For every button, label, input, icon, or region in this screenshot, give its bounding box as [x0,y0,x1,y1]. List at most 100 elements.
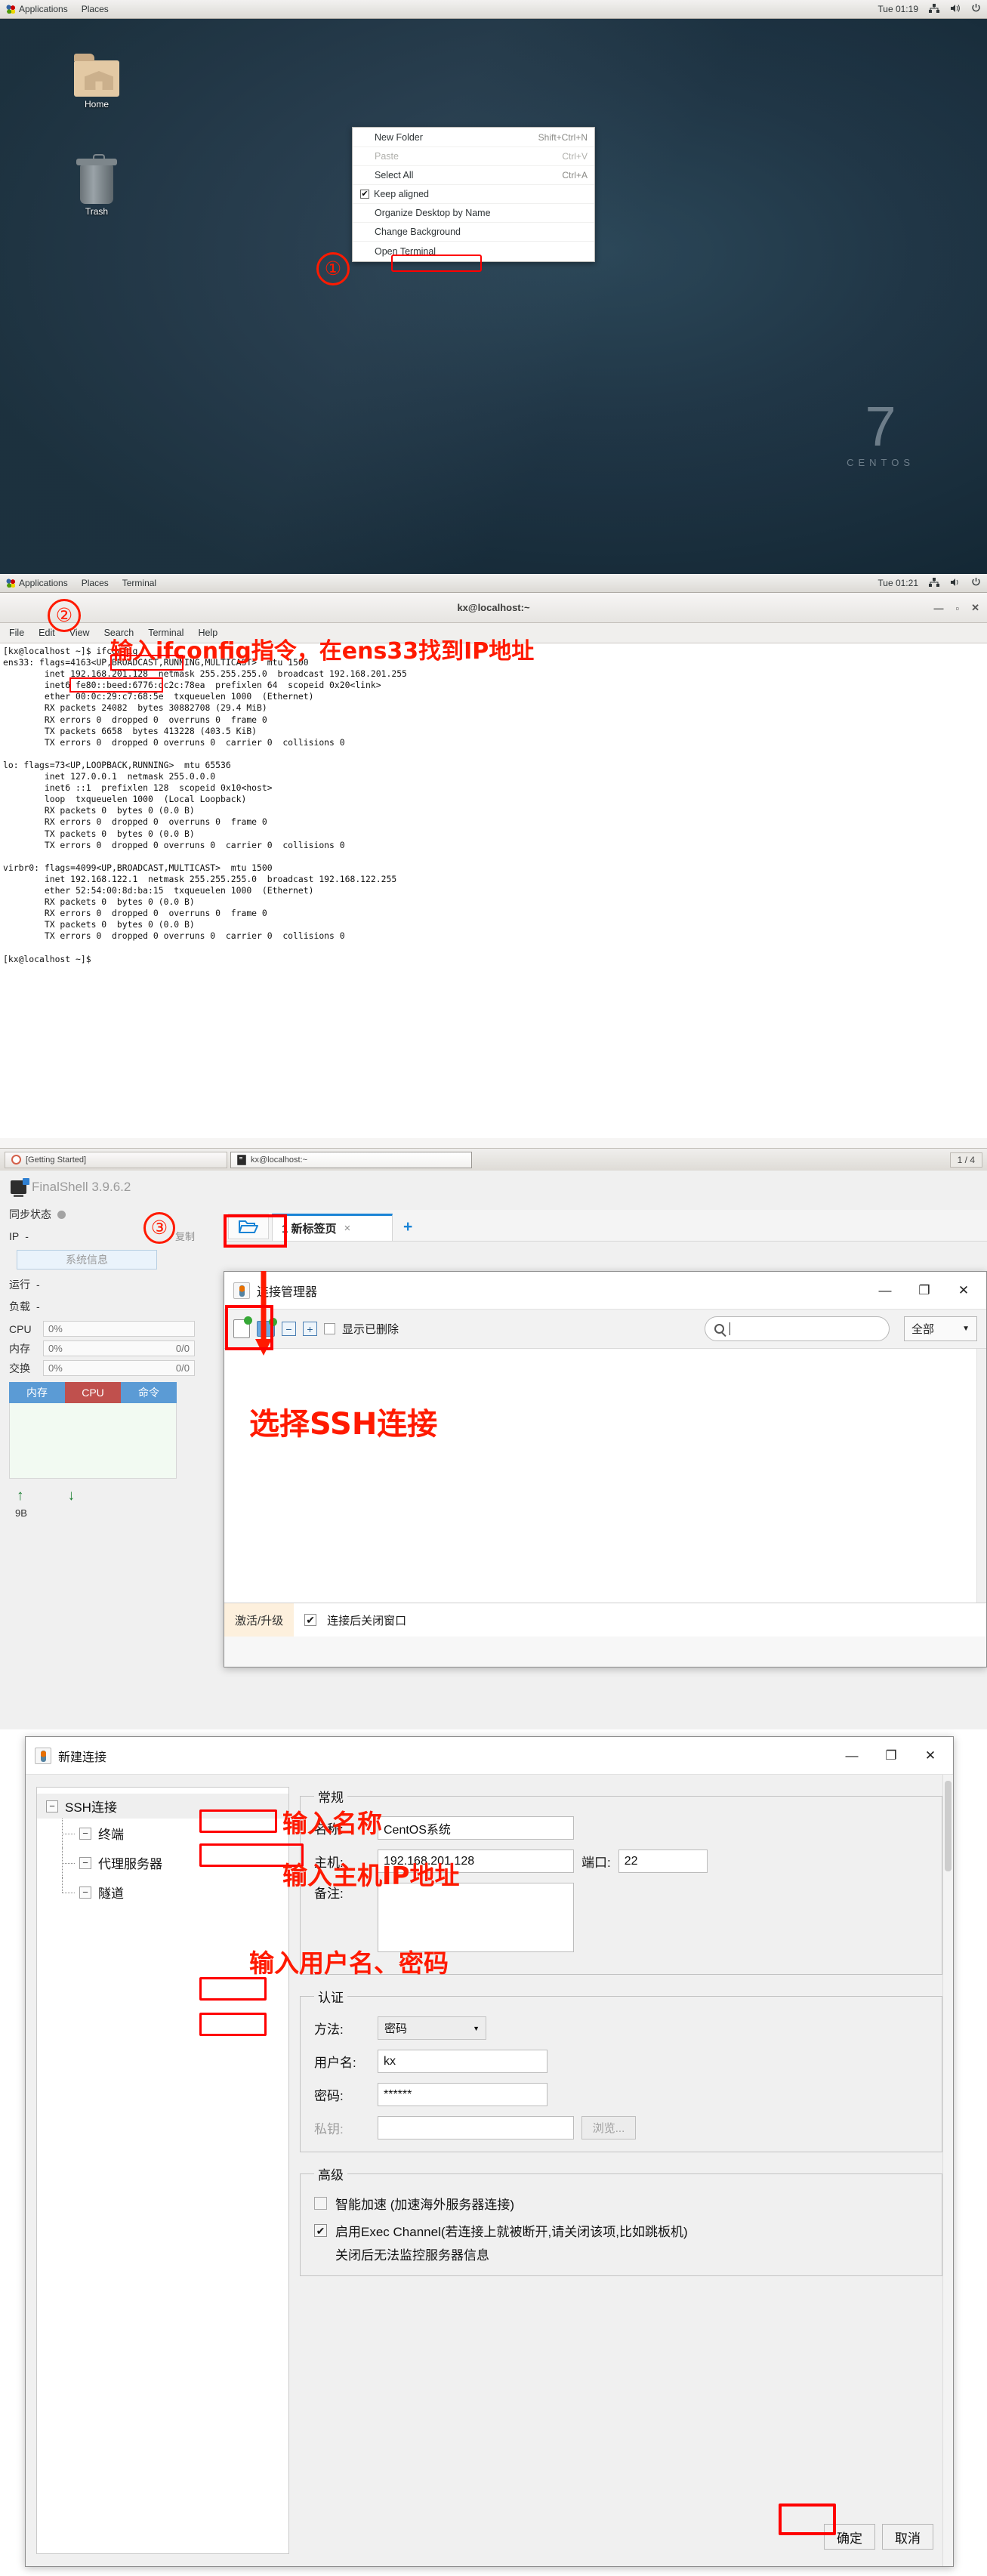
name-input[interactable]: CentOS系统 [378,1816,574,1840]
chevron-down-icon: ▼ [962,1325,970,1333]
host-input[interactable]: 192.168.201.128 [378,1849,574,1873]
volume-icon[interactable] [950,578,961,589]
taskbar-item-terminal[interactable]: kx@localhost:~ [230,1151,472,1168]
places-label: Places [81,578,109,588]
close-after-connect-checkbox[interactable]: ✔ [304,1614,317,1626]
tree-collapse-icon[interactable]: − [79,1827,91,1840]
port-input[interactable]: 22 [618,1849,708,1873]
exec-channel-checkbox[interactable]: ✔ [314,2224,327,2237]
tree-item-ssh[interactable]: − SSH连接 [37,1794,288,1819]
maximize-icon[interactable]: ▫ [955,603,959,614]
clock: Tue 01:19 [878,4,918,14]
privatekey-input[interactable] [378,2116,574,2139]
menu-item-shortcut: Ctrl+V [562,151,588,162]
tree-item-terminal[interactable]: − 终端 [37,1819,288,1848]
gnome-top-bar: Applications Places Tue 01:19 [0,0,987,19]
collapse-all-icon[interactable]: − [282,1322,296,1336]
java-app-icon [233,1282,250,1299]
tab-cpu[interactable]: CPU [65,1382,121,1403]
note-row: 备注: [314,1883,928,1952]
username-input[interactable]: kx [378,2050,547,2073]
close-button[interactable]: ✕ [944,1276,983,1306]
trash-icon [76,154,117,204]
taskbar-item-getting-started[interactable]: [Getting Started] [5,1151,227,1168]
terminal-menu[interactable]: Terminal [122,578,156,588]
power-icon[interactable] [971,3,981,15]
workspace-indicator[interactable]: 1 / 4 [949,1152,982,1168]
terminal-output[interactable]: [kx@localhost ~]$ ifconfig ens33: flags=… [0,643,987,1138]
minimize-icon[interactable]: — [933,603,943,614]
places-menu[interactable]: Places [82,578,109,588]
menu-item-open-terminal[interactable]: Open Terminal [353,242,594,261]
menu-file[interactable]: File [9,628,24,638]
method-dropdown[interactable]: 密码 ▼ [378,2016,486,2040]
tree-collapse-icon[interactable]: − [79,1856,91,1869]
system-info-button[interactable]: 系统信息 [17,1250,157,1269]
minimize-button[interactable]: — [865,1276,905,1306]
menu-item-organize-desktop[interactable]: Organize Desktop by Name [353,204,594,223]
maximize-button[interactable]: ❐ [905,1276,944,1306]
applications-menu[interactable]: Applications [6,4,68,14]
connection-list[interactable] [224,1349,986,1603]
browse-button[interactable]: 浏览... [581,2116,636,2139]
menu-item-label: Change Background [375,227,461,237]
expand-all-icon[interactable]: + [303,1322,317,1336]
tab-command[interactable]: 命令 [121,1382,177,1403]
new-connection-icon[interactable] [233,1316,252,1338]
new-folder-icon[interactable] [257,1318,277,1337]
power-icon[interactable] [971,577,981,589]
meter-detail: 0/0 [175,1362,190,1374]
activate-upgrade-button[interactable]: 激活/升级 [224,1603,295,1637]
note-input[interactable] [378,1883,574,1952]
connection-type-tree[interactable]: − SSH连接 − 终端 − 代理服务器 − 隧道 [36,1787,289,2554]
tree-collapse-icon[interactable]: − [46,1800,58,1812]
menu-terminal[interactable]: Terminal [148,628,184,638]
applications-menu[interactable]: Applications [6,578,68,588]
smart-accel-row[interactable]: 智能加速 (加速海外服务器连接) [314,2194,928,2213]
desktop-icon-trash[interactable]: Trash [60,154,133,217]
minimize-button[interactable]: — [832,1741,871,1771]
tree-item-tunnel[interactable]: − 隧道 [37,1877,288,1907]
volume-icon[interactable] [950,4,961,15]
menu-search[interactable]: Search [104,628,134,638]
copy-button[interactable]: 复制 [175,1229,195,1243]
ok-button[interactable]: 确定 [824,2524,875,2550]
close-icon[interactable]: ✕ [971,602,979,614]
menu-item-keep-aligned[interactable]: ✔ Keep aligned [353,185,594,204]
step-badge-1: ① [316,252,350,285]
new-tab-button[interactable]: + [393,1218,423,1241]
menu-help[interactable]: Help [198,628,217,638]
menu-edit[interactable]: Edit [39,628,55,638]
close-icon[interactable]: × [344,1222,351,1235]
meter-label: 交换 [9,1362,30,1374]
cancel-button[interactable]: 取消 [882,2524,933,2550]
tree-item-proxy[interactable]: − 代理服务器 [37,1848,288,1877]
network-icon[interactable] [929,577,939,589]
tab-new-page[interactable]: 1 新标签页 × [272,1214,393,1241]
menu-item-new-folder[interactable]: New Folder Shift+Ctrl+N [353,128,594,147]
smart-accel-checkbox[interactable] [314,2197,327,2210]
exec-channel-row[interactable]: ✔ 启用Exec Channel(若连接上就被断开,请关闭该项,比如跳板机) [314,2221,928,2240]
close-button[interactable]: ✕ [911,1741,950,1771]
network-icon[interactable] [929,3,939,15]
open-folder-button[interactable] [228,1214,269,1239]
vertical-scrollbar[interactable] [976,1349,986,1603]
dialog-scrollbar[interactable] [942,1775,953,2566]
search-input[interactable] [705,1316,890,1341]
menu-item-paste[interactable]: Paste Ctrl+V [353,147,594,166]
process-list[interactable] [9,1403,177,1479]
menu-item-change-background[interactable]: Change Background [353,223,594,242]
gnome-desktop-panel: Applications Places Tue 01:19 7 CENTOS H… [0,0,987,574]
tree-collapse-icon[interactable]: − [79,1886,91,1899]
show-deleted-checkbox[interactable] [324,1323,335,1334]
desktop-icon-home[interactable]: Home [60,54,133,110]
maximize-button[interactable]: ❐ [871,1741,911,1771]
filter-value: 全部 [911,1323,935,1336]
terminal-label: Terminal [122,578,157,588]
filter-dropdown[interactable]: 全部 ▼ [904,1316,977,1341]
password-input[interactable]: ****** [378,2083,547,2106]
menu-item-select-all[interactable]: Select All Ctrl+A [353,166,594,185]
places-menu[interactable]: Places [82,4,109,14]
tab-memory[interactable]: 内存 [9,1382,65,1403]
uptime-value: - [36,1279,40,1291]
